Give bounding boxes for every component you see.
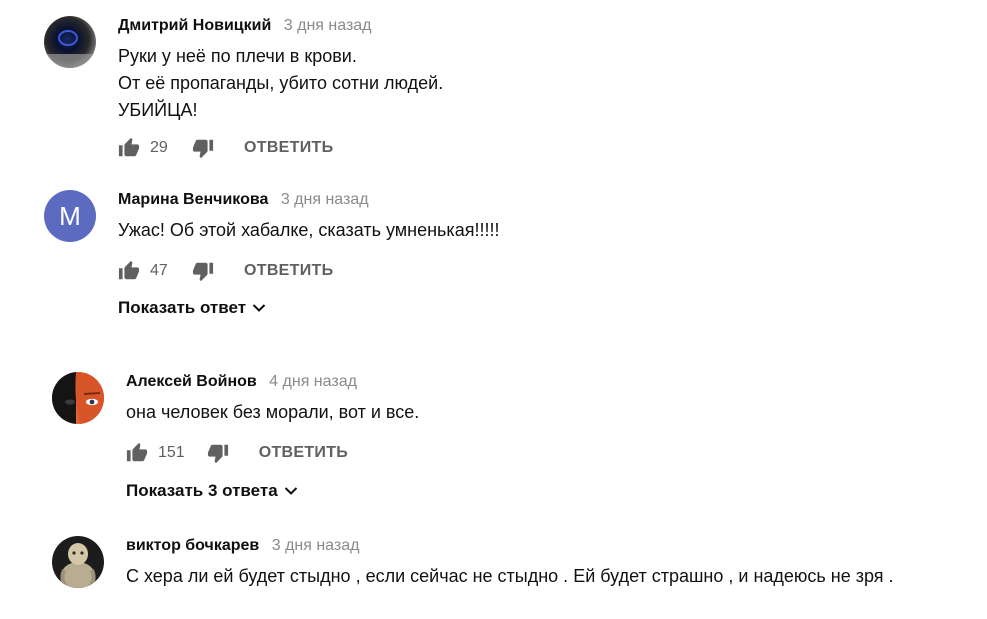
avatar[interactable] bbox=[52, 536, 104, 588]
reply-button[interactable]: ОТВЕТИТЬ bbox=[259, 444, 348, 462]
comment-text: С хера ли ей будет стыдно , если сейчас … bbox=[126, 563, 894, 590]
thumbs-up-icon[interactable] bbox=[126, 442, 148, 464]
comment-text-line: От её пропаганды, убито сотни людей. bbox=[118, 73, 444, 93]
reply-button[interactable]: ОТВЕТИТЬ bbox=[244, 262, 333, 280]
comment-author[interactable]: Дмитрий Новицкий bbox=[118, 17, 271, 34]
comment-text: она человек без морали, вот и все. bbox=[126, 399, 419, 426]
thumbs-down-icon[interactable] bbox=[192, 260, 214, 282]
show-replies-label: Показать 3 ответа bbox=[126, 481, 278, 500]
thumbs-up-icon[interactable] bbox=[118, 137, 140, 159]
comment-author[interactable]: Алексей Войнов bbox=[126, 373, 257, 390]
avatar[interactable]: М bbox=[44, 190, 96, 242]
comment-author[interactable]: виктор бочкарев bbox=[126, 537, 259, 554]
comment-text-line: она человек без морали, вот и все. bbox=[126, 402, 420, 422]
comment-timestamp[interactable]: 4 дня назад bbox=[269, 373, 357, 390]
comment-author[interactable]: Марина Венчикова bbox=[118, 191, 268, 208]
avatar[interactable] bbox=[44, 16, 96, 68]
avatar[interactable] bbox=[52, 372, 104, 424]
comment-actions: 29 ОТВЕТИТЬ bbox=[118, 136, 333, 160]
thumbs-down-icon[interactable] bbox=[192, 137, 214, 159]
comment-text: Ужас! Об этой хабалке, сказать умненькая… bbox=[118, 217, 499, 244]
comment-timestamp[interactable]: 3 дня назад bbox=[284, 17, 372, 34]
comment-timestamp[interactable]: 3 дня назад bbox=[281, 191, 369, 208]
reply-button[interactable]: ОТВЕТИТЬ bbox=[244, 139, 333, 157]
comment-text-line: Руки у неё по плечи в крови. bbox=[118, 46, 357, 66]
like-count: 151 bbox=[158, 444, 185, 461]
thumbs-down-icon[interactable] bbox=[207, 442, 229, 464]
chevron-down-icon bbox=[284, 481, 298, 501]
thumbs-up-icon[interactable] bbox=[118, 260, 140, 282]
comment-text-line: С хера ли ей будет стыдно , если сейчас … bbox=[126, 566, 894, 586]
show-replies-button[interactable]: Показать 3 ответа bbox=[126, 481, 298, 501]
show-replies-button[interactable]: Показать ответ bbox=[118, 298, 266, 318]
chevron-down-icon bbox=[252, 298, 266, 318]
comment-text: Руки у неё по плечи в крови. От её пропа… bbox=[118, 43, 443, 124]
avatar-letter: М bbox=[59, 200, 81, 231]
comment-text-line: Ужас! Об этой хабалке, сказать умненькая… bbox=[118, 220, 500, 240]
comment-timestamp[interactable]: 3 дня назад bbox=[272, 537, 360, 554]
comment-actions: 151 ОТВЕТИТЬ bbox=[126, 441, 348, 465]
like-count: 47 bbox=[150, 262, 168, 279]
like-count: 29 bbox=[150, 139, 168, 156]
show-replies-label: Показать ответ bbox=[118, 298, 247, 317]
comment-actions: 47 ОТВЕТИТЬ bbox=[118, 259, 333, 283]
comment-text-line: УБИЙЦА! bbox=[118, 100, 198, 120]
